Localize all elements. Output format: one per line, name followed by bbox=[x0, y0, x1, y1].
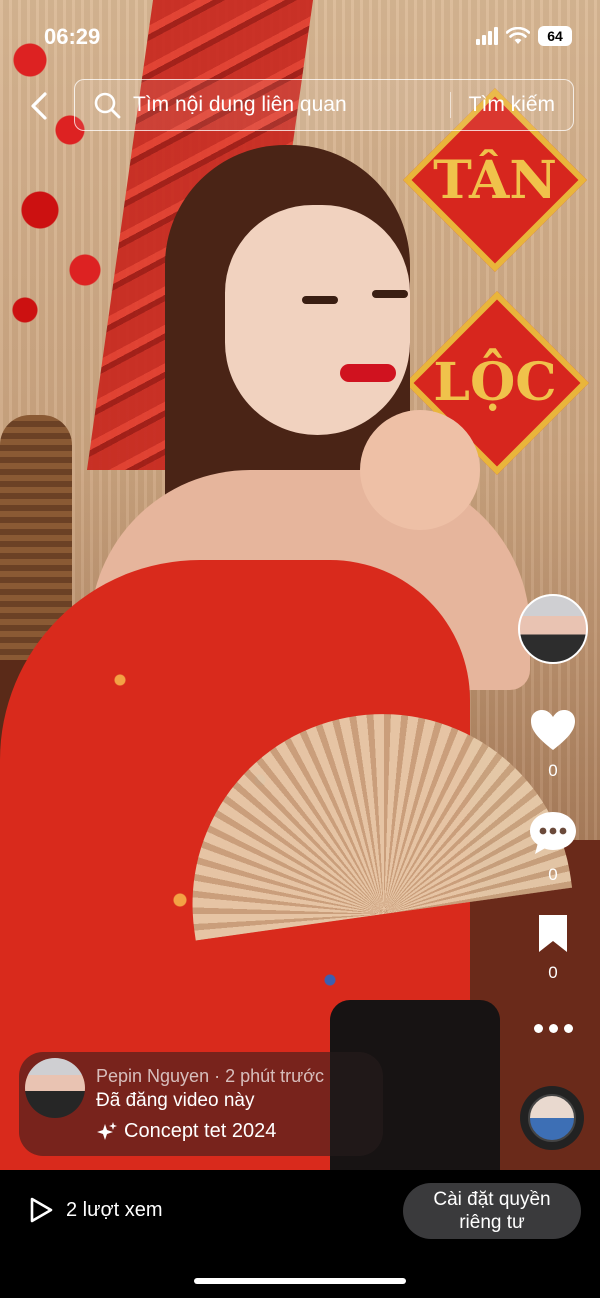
search-button[interactable]: Tìm kiếm bbox=[451, 93, 573, 117]
person-face bbox=[225, 205, 410, 435]
person-eye bbox=[372, 290, 408, 298]
person-hand bbox=[360, 410, 480, 530]
save-count: 0 bbox=[548, 963, 558, 982]
bookmark-icon bbox=[539, 915, 567, 952]
author-avatar[interactable] bbox=[25, 1058, 85, 1118]
person-eye bbox=[302, 296, 338, 304]
music-cover bbox=[528, 1094, 576, 1142]
view-count-label: 2 lượt xem bbox=[66, 1198, 163, 1221]
heart-icon bbox=[531, 710, 575, 750]
save-button[interactable]: 0 bbox=[526, 912, 580, 983]
like-button[interactable]: 0 bbox=[526, 708, 580, 781]
search-bar[interactable]: Tìm kiếm bbox=[74, 79, 574, 131]
post-tag[interactable]: Concept tet 2024 bbox=[96, 1120, 276, 1143]
play-icon bbox=[30, 1197, 53, 1223]
post-meta: Pepin Nguyen · 2 phút trước bbox=[96, 1066, 324, 1087]
post-status: Đã đăng video này bbox=[96, 1090, 255, 1111]
sign-text-top: TÂN bbox=[433, 150, 557, 211]
view-count[interactable]: 2 lượt xem bbox=[28, 1196, 163, 1224]
comment-icon bbox=[530, 812, 576, 854]
privacy-settings-button[interactable]: Cài đặt quyền riêng tư bbox=[403, 1183, 581, 1239]
meta-separator: · bbox=[214, 1066, 226, 1086]
back-icon[interactable] bbox=[20, 86, 60, 126]
battery-indicator: 64 bbox=[538, 26, 572, 46]
post-time: 2 phút trước bbox=[225, 1066, 325, 1086]
author-name[interactable]: Pepin Nguyen bbox=[96, 1066, 209, 1086]
creator-avatar[interactable] bbox=[518, 594, 588, 664]
search-icon bbox=[94, 92, 121, 119]
music-disc[interactable] bbox=[520, 1086, 584, 1150]
post-tag-label: Concept tet 2024 bbox=[124, 1120, 277, 1142]
blossom-branch bbox=[0, 0, 120, 380]
video-background[interactable]: TÂN LỘC bbox=[0, 0, 600, 1170]
home-indicator bbox=[194, 1278, 406, 1284]
status-icons: 64 bbox=[476, 26, 572, 46]
comment-count: 0 bbox=[548, 865, 558, 884]
person-lips bbox=[340, 364, 396, 382]
sparkle-icon bbox=[97, 1121, 117, 1140]
signal-icon bbox=[476, 27, 498, 45]
like-count: 0 bbox=[548, 761, 558, 780]
more-icon[interactable] bbox=[534, 1024, 573, 1033]
status-time: 06:29 bbox=[44, 24, 101, 49]
sign-text-bottom: LỘC bbox=[433, 352, 557, 413]
search-input[interactable] bbox=[131, 92, 450, 118]
post-info-card[interactable]: Pepin Nguyen · 2 phút trước Đã đăng vide… bbox=[19, 1052, 383, 1156]
wifi-icon bbox=[506, 27, 530, 44]
comment-button[interactable]: 0 bbox=[526, 810, 580, 885]
